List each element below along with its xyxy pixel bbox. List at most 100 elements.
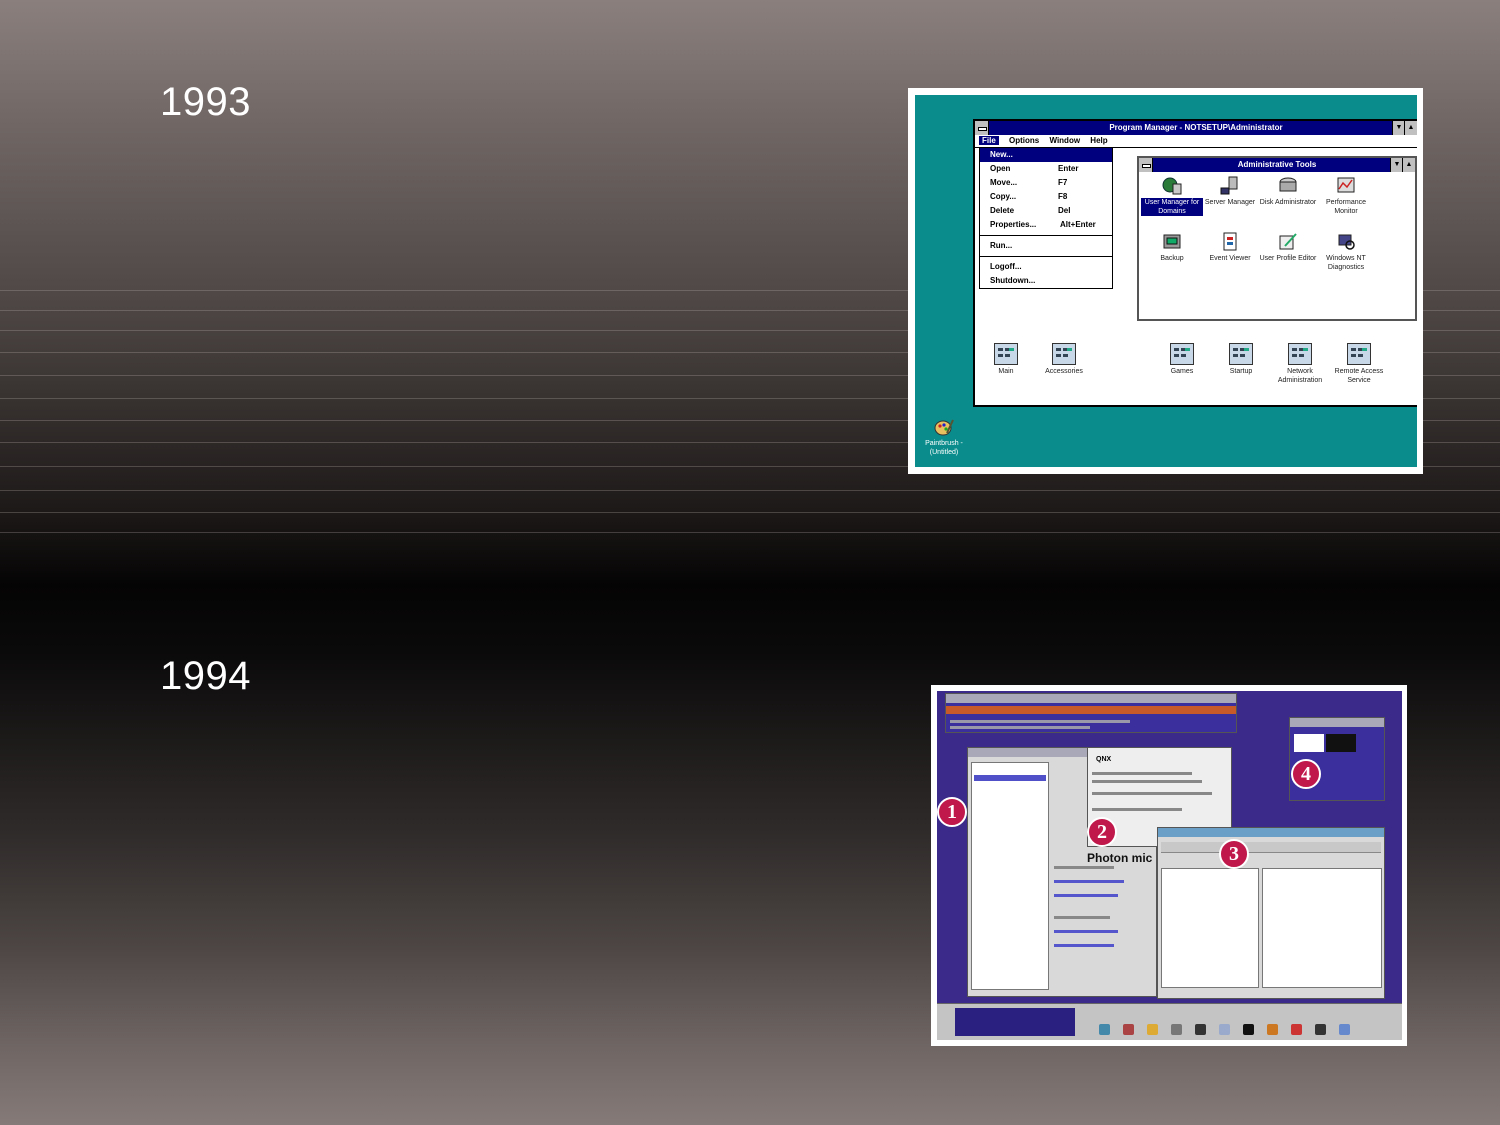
editor-text-line xyxy=(950,720,1130,723)
file-menu-item-copy[interactable]: Copy... F8 xyxy=(980,190,1112,204)
group-network-administration[interactable]: Network Administration xyxy=(1269,343,1331,385)
world-view-pane[interactable] xyxy=(1294,734,1324,752)
file-menu-item-open[interactable]: Open Enter xyxy=(980,162,1112,176)
help-text-line xyxy=(1054,916,1110,919)
administrative-tools-window: Administrative Tools ▼ ▲ User Manager fo… xyxy=(1137,156,1417,321)
nt-desktop: Program Manager - NOTSETUP\Administrator… xyxy=(915,95,1417,467)
file-menu-item-properties[interactable]: Properties... Alt+Enter xyxy=(980,218,1112,232)
admin-tool-label: Backup xyxy=(1160,255,1184,262)
admin-tool-server-manager[interactable]: Server Manager xyxy=(1199,176,1261,207)
qnx-desktop: QNX Photon mic 1 2 3 4 xyxy=(937,691,1402,1040)
maximize-icon[interactable]: ▲ xyxy=(1404,121,1417,135)
launcher-icon[interactable] xyxy=(1339,1024,1350,1035)
help-text-line xyxy=(1054,866,1114,869)
group-startup[interactable]: Startup xyxy=(1210,343,1272,376)
callout-badge-2: 2 xyxy=(1087,817,1117,847)
launcher-icon[interactable] xyxy=(1243,1024,1254,1035)
admin-tool-label: Server Manager xyxy=(1204,199,1256,206)
file-menu-item-move[interactable]: Move... F7 xyxy=(980,176,1112,190)
program-group-icon xyxy=(1347,343,1371,365)
admin-tool-event-viewer[interactable]: Event Viewer xyxy=(1199,232,1261,263)
dialog-text-line xyxy=(1092,772,1192,775)
menu-separator xyxy=(980,256,1112,257)
program-group-icon xyxy=(1229,343,1253,365)
program-manager-titlebar: Program Manager - NOTSETUP\Administrator… xyxy=(975,121,1417,135)
admin-tool-user-manager[interactable]: User Manager for Domains xyxy=(1141,176,1203,216)
group-label: Games xyxy=(1170,368,1194,375)
paintbrush-desktop-icon[interactable]: Paintbrush - (Untitled) xyxy=(915,417,975,457)
menu-file[interactable]: File xyxy=(979,136,999,145)
file-menu-item-logoff[interactable]: Logoff... xyxy=(980,260,1112,274)
program-manager-window: Program Manager - NOTSETUP\Administrator… xyxy=(973,119,1417,407)
program-group-icon xyxy=(1052,343,1076,365)
admin-tool-label: User Manager for Domains xyxy=(1141,198,1203,216)
file-menu-item-new[interactable]: New... xyxy=(980,148,1112,162)
launcher-icon[interactable] xyxy=(1291,1024,1302,1035)
help-link[interactable] xyxy=(1054,944,1114,947)
file-list[interactable] xyxy=(1262,868,1382,988)
directory-tree[interactable] xyxy=(1161,868,1259,988)
admin-tool-label: User Profile Editor xyxy=(1259,255,1317,262)
menu-window[interactable]: Window xyxy=(1049,136,1080,145)
admin-tool-performance-monitor[interactable]: Performance Monitor xyxy=(1315,176,1377,216)
group-label: Main xyxy=(998,368,1014,375)
launcher-icon[interactable] xyxy=(1267,1024,1278,1035)
launcher-icon[interactable] xyxy=(1123,1024,1134,1035)
paintbrush-icon xyxy=(934,419,954,436)
admin-tool-user-profile-editor[interactable]: User Profile Editor xyxy=(1257,232,1319,263)
helpviewer-tree[interactable] xyxy=(971,762,1049,990)
world-view-titlebar xyxy=(1290,718,1384,727)
child-maximize-icon[interactable]: ▲ xyxy=(1402,158,1415,172)
program-manager-title: Program Manager - NOTSETUP\Administrator xyxy=(1109,123,1283,132)
group-label: Remote Access Service xyxy=(1334,368,1384,384)
world-view-pane[interactable] xyxy=(1326,734,1356,752)
admin-tool-backup[interactable]: Backup xyxy=(1141,232,1203,263)
user-manager-icon xyxy=(1162,177,1182,195)
help-link[interactable] xyxy=(1054,880,1124,883)
admin-tool-diagnostics[interactable]: Windows NT Diagnostics xyxy=(1315,232,1377,272)
launcher-icon[interactable] xyxy=(1147,1024,1158,1035)
qnx-taskbar xyxy=(937,1003,1402,1040)
launcher-icon[interactable] xyxy=(1195,1024,1206,1035)
admin-tool-disk-administrator[interactable]: Disk Administrator xyxy=(1257,176,1319,207)
admin-tool-label: Windows NT Diagnostics xyxy=(1326,255,1366,271)
launcher-icon[interactable] xyxy=(1171,1024,1182,1035)
admin-tool-label: Disk Administrator xyxy=(1259,199,1317,206)
system-menu-icon[interactable] xyxy=(975,121,989,135)
file-menu-item-run[interactable]: Run... xyxy=(980,239,1112,253)
group-remote-access-service[interactable]: Remote Access Service xyxy=(1328,343,1390,385)
qnx-photon-screenshot: QNX Photon mic 1 2 3 4 xyxy=(931,685,1407,1046)
editor-window xyxy=(945,693,1237,733)
program-group-icon xyxy=(1288,343,1312,365)
file-menu-item-shutdown[interactable]: Shutdown... xyxy=(980,274,1112,288)
menu-options[interactable]: Options xyxy=(1009,136,1039,145)
event-viewer-icon xyxy=(1223,232,1237,251)
editor-toolbar xyxy=(946,706,1236,714)
administrative-tools-titlebar: Administrative Tools ▼ ▲ xyxy=(1139,158,1415,172)
pager-area[interactable] xyxy=(955,1008,1075,1036)
desktop-icon-label: Paintbrush - (Untitled) xyxy=(925,440,963,456)
group-accessories[interactable]: Accessories xyxy=(1033,343,1095,376)
launcher-icon[interactable] xyxy=(1315,1024,1326,1035)
help-link[interactable] xyxy=(1054,894,1118,897)
backup-icon xyxy=(1163,234,1181,249)
admin-tool-label: Event Viewer xyxy=(1209,255,1251,262)
year-1994-label: 1994 xyxy=(160,654,251,698)
menu-help[interactable]: Help xyxy=(1090,136,1107,145)
administrative-tools-title: Administrative Tools xyxy=(1237,160,1317,169)
launcher-icon[interactable] xyxy=(1219,1024,1230,1035)
tree-selected-item[interactable] xyxy=(974,775,1046,781)
help-link[interactable] xyxy=(1054,930,1118,933)
callout-badge-3: 3 xyxy=(1219,839,1249,869)
user-profile-editor-icon xyxy=(1279,233,1297,250)
dialog-text-line xyxy=(1092,808,1182,811)
group-main[interactable]: Main xyxy=(975,343,1037,376)
dialog-text-line xyxy=(1092,792,1212,795)
program-group-icon xyxy=(1170,343,1194,365)
file-menu-item-delete[interactable]: Delete Del xyxy=(980,204,1112,218)
child-system-menu-icon[interactable] xyxy=(1139,158,1153,172)
group-label: Startup xyxy=(1229,368,1253,375)
windows-nt-screenshot: Program Manager - NOTSETUP\Administrator… xyxy=(908,88,1423,474)
launcher-icon[interactable] xyxy=(1099,1024,1110,1035)
group-games[interactable]: Games xyxy=(1151,343,1213,376)
